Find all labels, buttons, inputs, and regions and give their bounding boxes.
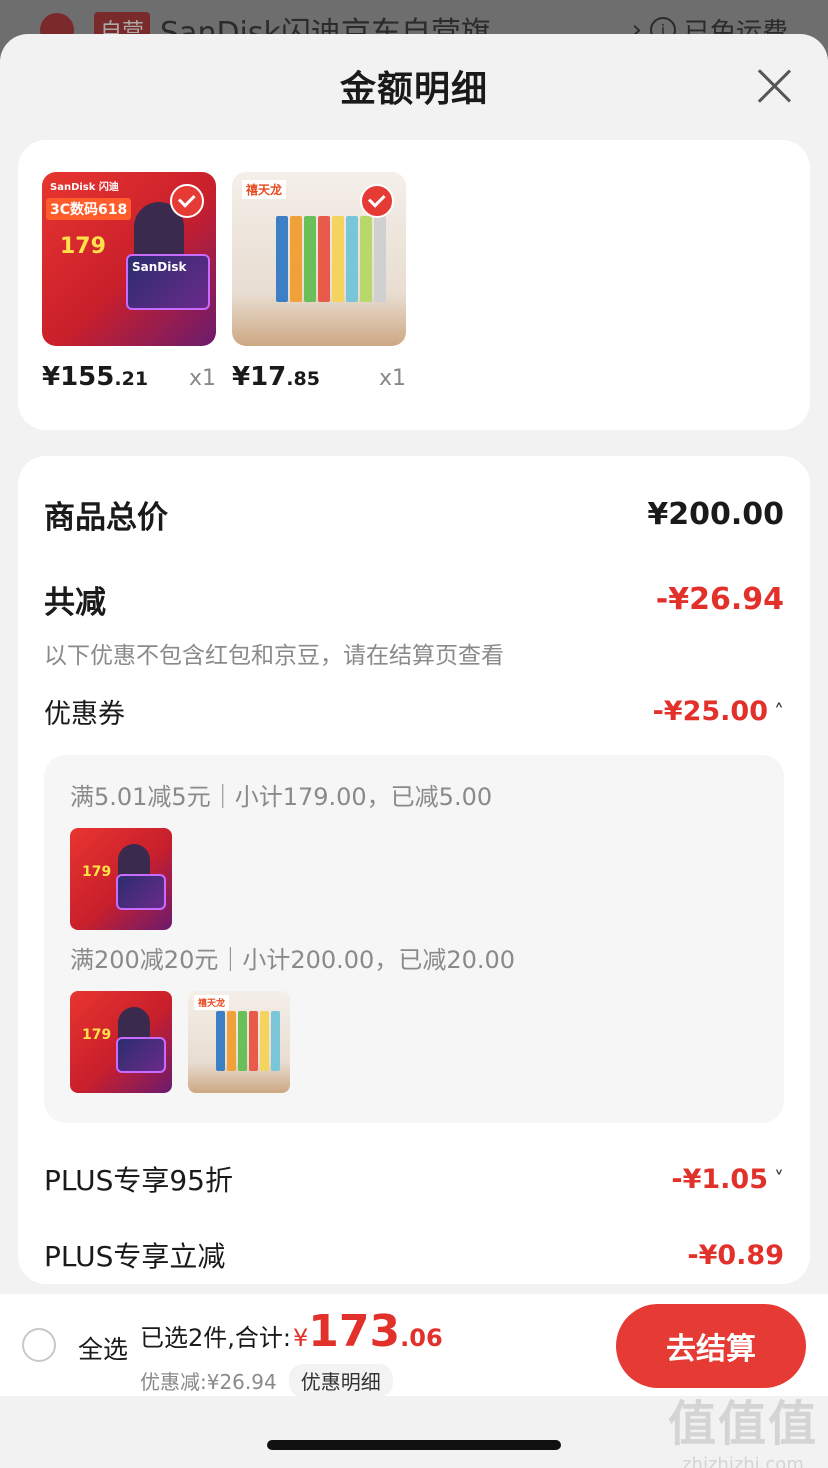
books-figure xyxy=(276,216,386,302)
selected-check-icon[interactable] xyxy=(360,184,394,218)
memory-card-figure xyxy=(116,1037,166,1073)
plus-discount-label: PLUS专享95折 xyxy=(44,1164,233,1197)
discount-amount: 优惠减:¥26.94 xyxy=(140,1370,277,1394)
coupon-product-thumbs: 179 禧天龙 xyxy=(70,991,758,1093)
product-item-sandisk[interactable]: SanDisk 闪迪 3C数码618 179 SanDisk ¥155 .21 … xyxy=(42,172,216,430)
thumb-price-label: 179 xyxy=(82,864,112,880)
price-details: 商品总价 ¥200.00 共减 -¥26.94 以下优惠不包含红包和京豆，请在结… xyxy=(18,456,810,1284)
product-quantity: x1 xyxy=(378,366,406,391)
coupon-value: -¥25.00 xyxy=(652,696,768,727)
total-price-row: 商品总价 ¥200.00 xyxy=(44,492,784,537)
watermark-logo: 值值值 xyxy=(667,1396,818,1452)
home-indicator[interactable] xyxy=(267,1440,561,1450)
product-image-bookshelf: 禧天龙 xyxy=(232,172,406,346)
memory-card-figure xyxy=(116,874,166,910)
selected-count-text: 已选2件,合计: xyxy=(140,1324,291,1352)
product-quantity: x1 xyxy=(188,366,216,391)
coupon-product-thumbs: 179 xyxy=(70,828,758,930)
plus-reduction-value: -¥0.89 xyxy=(687,1239,784,1271)
books-figure xyxy=(216,1011,280,1071)
plus-discount-value: -¥1.05 xyxy=(671,1163,768,1195)
sheet-title: 金额明细 xyxy=(339,69,488,110)
sheet-header: 金额明细 xyxy=(0,34,828,138)
chevron-down-icon[interactable]: ˅ xyxy=(774,1167,784,1191)
discount-note: 以下优惠不包含红包和京豆，请在结算页查看 xyxy=(44,643,504,669)
product-price: ¥155 xyxy=(42,362,115,392)
coupon-row[interactable]: 优惠券 -¥25.00 ˄ xyxy=(44,692,784,731)
select-all-checkbox[interactable] xyxy=(22,1328,56,1362)
chevron-up-icon[interactable]: ˄ xyxy=(774,700,784,724)
thumb-bookshelf: 禧天龙 xyxy=(188,991,290,1093)
product-price-row: ¥17 .85 x1 xyxy=(232,362,406,392)
selected-check-icon[interactable] xyxy=(170,184,204,218)
coupon-rule: 满5.01减5元｜小计179.00，已减5.00 xyxy=(70,783,493,811)
coupon-label: 优惠券 xyxy=(44,699,125,730)
promo-price: 179 xyxy=(60,234,106,259)
select-all-label[interactable]: 全选 xyxy=(78,1330,128,1366)
total-amount: 173 xyxy=(308,1306,401,1357)
total-reduction-value: -¥26.94 xyxy=(655,582,784,617)
total-currency: ¥ xyxy=(292,1324,309,1352)
brand-logo: 禧天龙 xyxy=(242,180,287,199)
checkout-bar: 全选 已选2件,合计: ¥ 173 .06 优惠减:¥26.94 优惠明细 去结… xyxy=(0,1294,828,1397)
total-reduction-row: 共减 -¥26.94 xyxy=(44,577,784,622)
thumb-sandisk: 179 xyxy=(70,991,172,1093)
thumb-price-label: 179 xyxy=(82,1027,112,1043)
watermark: 值值值 zhizhizhi.com xyxy=(668,1384,818,1468)
product-price-decimal: .85 xyxy=(286,368,320,390)
coupon-detail-box: 满5.01减5元｜小计179.00，已减5.00 179 满200减20元｜小计… xyxy=(44,755,784,1123)
product-image-sandisk: SanDisk 闪迪 3C数码618 179 SanDisk xyxy=(42,172,216,346)
plus-discount-value-group: -¥1.05 ˅ xyxy=(671,1164,784,1195)
thumb-brand-logo: 禧天龙 xyxy=(194,995,230,1010)
plus-reduction-label: PLUS专享立减 xyxy=(44,1240,226,1273)
product-price-row: ¥155 .21 x1 xyxy=(42,362,216,392)
discount-detail-button[interactable]: 优惠明细 xyxy=(288,1364,393,1397)
total-price-label: 商品总价 xyxy=(44,500,168,536)
promo-label: 3C数码618 xyxy=(46,198,132,220)
product-price-decimal: .21 xyxy=(114,368,149,390)
checkout-button[interactable]: 去结算 xyxy=(616,1304,806,1388)
product-list: SanDisk 闪迪 3C数码618 179 SanDisk ¥155 .21 … xyxy=(18,140,810,430)
watermark-url: zhizhizhi.com xyxy=(682,1454,804,1468)
coupon-value-group: -¥25.00 ˄ xyxy=(653,696,784,727)
total-reduction-label: 共减 xyxy=(44,585,106,621)
total-amount-decimal: .06 xyxy=(400,1324,443,1352)
total-line: 已选2件,合计: ¥ 173 .06 xyxy=(140,1306,443,1357)
plus-reduction-row: PLUS专享立减 -¥0.89 xyxy=(44,1235,784,1275)
thumb-sandisk: 179 xyxy=(70,828,172,930)
product-item-bookshelf[interactable]: 禧天龙 ¥17 .85 x1 xyxy=(232,172,406,430)
sandisk-logo: SanDisk 闪迪 xyxy=(50,182,119,193)
memory-card-figure: SanDisk xyxy=(126,254,210,310)
close-icon[interactable] xyxy=(756,68,792,104)
coupon-rule: 满200减20元｜小计200.00，已减20.00 xyxy=(70,946,516,974)
total-price-value: ¥200.00 xyxy=(647,497,784,532)
product-price: ¥17 xyxy=(232,362,287,392)
amount-detail-sheet: 金额明细 SanDisk 闪迪 3C数码618 179 SanDisk ¥155… xyxy=(0,34,828,1468)
memory-card-brand: SanDisk xyxy=(132,260,187,274)
plus-discount-row[interactable]: PLUS专享95折 -¥1.05 ˅ xyxy=(44,1159,784,1199)
discount-line: 优惠减:¥26.94 优惠明细 xyxy=(140,1364,393,1397)
